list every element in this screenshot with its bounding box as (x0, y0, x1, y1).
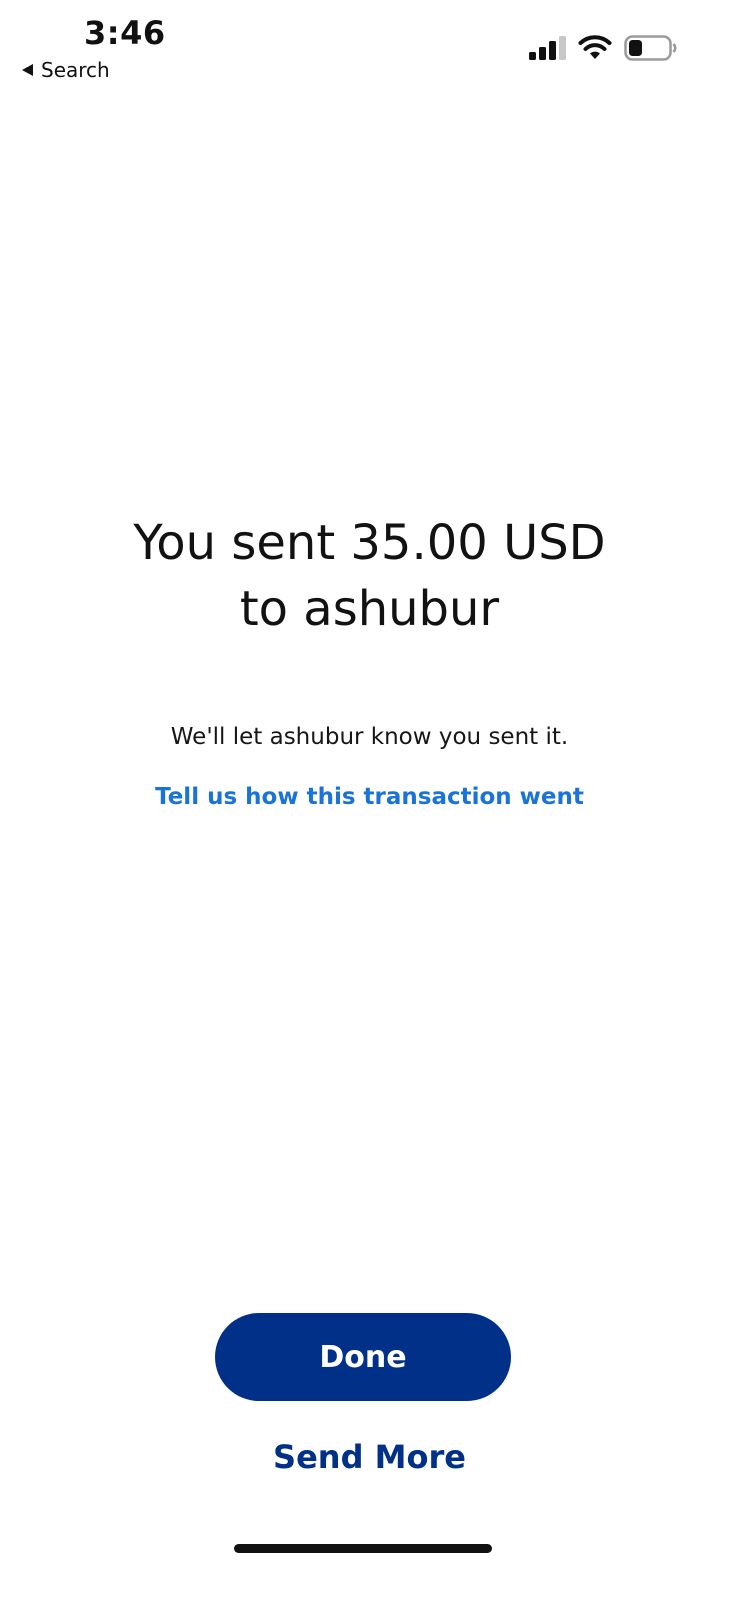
headline-recipient: to ashubur (239, 581, 500, 637)
back-to-search-link[interactable]: Search (22, 58, 110, 82)
back-link-label: Search (41, 58, 110, 82)
done-button[interactable]: Done (215, 1313, 511, 1401)
feedback-link[interactable]: Tell us how this transaction went (0, 784, 739, 810)
wifi-icon (578, 35, 612, 59)
headline-amount: You sent 35.00 USD (133, 515, 606, 571)
confirmation-content: You sent 35.00 USD to ashubur We'll let … (0, 510, 739, 810)
battery-icon (624, 35, 677, 61)
status-time: 3:46 (84, 14, 166, 52)
notification-message: We'll let ashubur know you sent it. (170, 724, 569, 750)
back-arrow-icon (22, 64, 33, 76)
signal-icon (529, 36, 566, 60)
confirmation-headline: You sent 35.00 USD to ashubur (70, 510, 670, 642)
status-bar: 3:46 Search (0, 0, 739, 90)
send-more-button[interactable]: Send More (0, 1438, 739, 1476)
home-indicator[interactable] (234, 1544, 492, 1553)
